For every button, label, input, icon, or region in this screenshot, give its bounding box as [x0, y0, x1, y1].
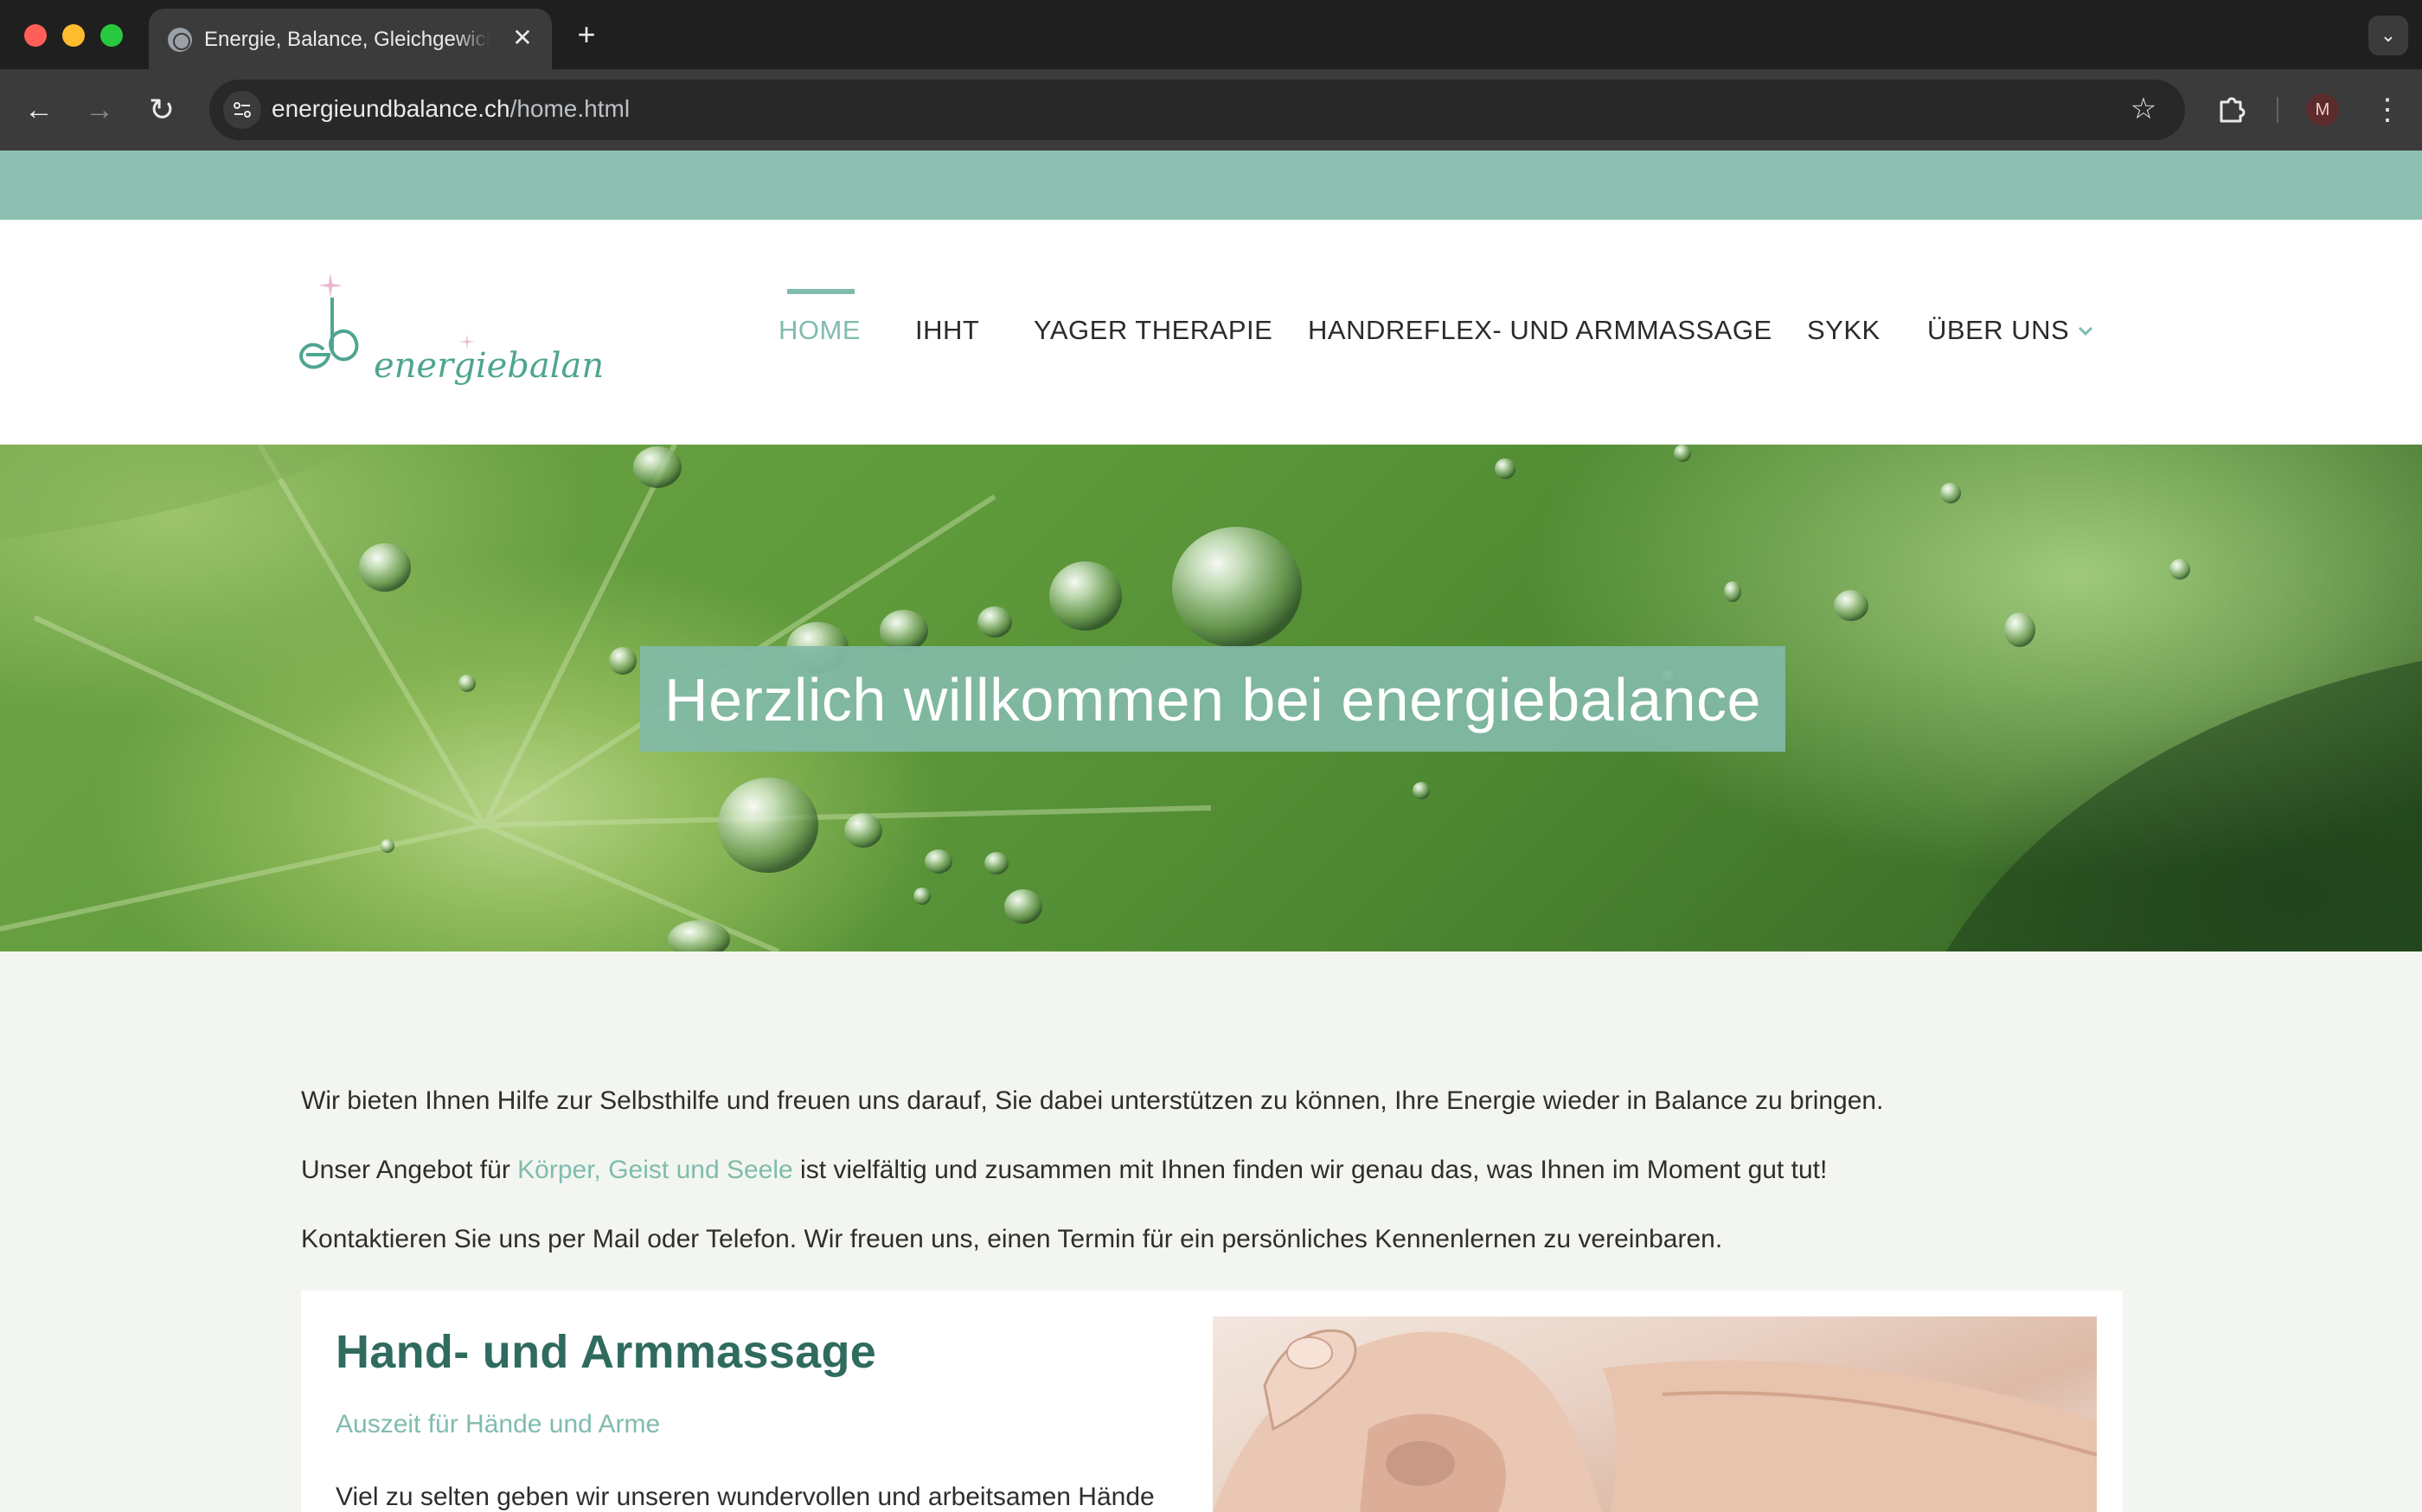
chevron-down-icon[interactable] — [2074, 320, 2097, 343]
nav-ueber-uns[interactable]: ÜBER UNS — [1927, 315, 2069, 349]
hero-title: Herzlich willkommen bei energiebalance — [664, 666, 1761, 734]
main-nav: HOME IHHT YAGER THERAPIE HANDREFLEX- UND… — [0, 220, 2422, 445]
url-text: energieundbalance.ch/home.html — [272, 95, 630, 125]
tab-close-icon[interactable]: ✕ — [509, 24, 536, 52]
intro-paragraph-2: Unser Angebot für Körper, Geist und Seel… — [301, 1156, 1827, 1185]
main-content: Wir bieten Ihnen Hilfe zur Selbsthilfe u… — [0, 951, 2422, 1512]
bookmark-star-icon[interactable]: ☆ — [2126, 92, 2161, 126]
back-button[interactable]: ← — [17, 88, 61, 131]
browser-window: Energie, Balance, Gleichgewicht ✕ + ⌄ ← … — [0, 0, 2422, 1512]
intro-p2-text-after: ist vielfältig und zusammen mit Ihnen fi… — [792, 1156, 1828, 1184]
active-tab[interactable]: Energie, Balance, Gleichgewicht ✕ — [149, 9, 552, 69]
top-accent-strip — [0, 151, 2422, 220]
maximize-window-button[interactable] — [100, 24, 123, 47]
tab-bar: Energie, Balance, Gleichgewicht ✕ + ⌄ — [0, 0, 2422, 69]
profile-avatar[interactable]: M — [2306, 93, 2339, 126]
nav-ihht[interactable]: IHHT — [915, 315, 979, 349]
hero-title-box: Herzlich willkommen bei energiebalance — [640, 646, 1785, 752]
intro-paragraph-1: Wir bieten Ihnen Hilfe zur Selbsthilfe u… — [301, 1086, 1884, 1115]
nav-active-indicator — [787, 289, 855, 294]
reload-button[interactable]: ↻ — [140, 88, 183, 131]
nav-sykk[interactable]: SYKK — [1807, 315, 1881, 349]
url-path: /home.html — [509, 95, 631, 122]
hand-massage-image — [1213, 1317, 2097, 1512]
site-settings-icon[interactable] — [223, 91, 261, 129]
nav-home[interactable]: HOME — [778, 315, 861, 349]
nav-yager-therapie[interactable]: YAGER THERAPIE — [1034, 315, 1272, 349]
hand-armmassage-card: Hand- und Armmassage Auszeit für Hände u… — [301, 1291, 2123, 1512]
card-subtitle: Auszeit für Hände und Arme — [336, 1410, 661, 1438]
address-bar[interactable]: energieundbalance.ch/home.html ☆ — [209, 80, 2185, 140]
close-window-button[interactable] — [24, 24, 47, 47]
site-header: energiebalance HOME IHHT YAGER THERAPIE … — [0, 220, 2422, 445]
koerper-geist-seele-link[interactable]: Körper, Geist und Seele — [517, 1156, 793, 1184]
card-title: Hand- und Armmassage — [336, 1326, 877, 1378]
nav-handreflex-armmassage[interactable]: HANDREFLEX- UND ARMMASSAGE — [1308, 315, 1772, 349]
intro-p2-text-before: Unser Angebot für — [301, 1156, 518, 1184]
toolbar-divider — [2277, 97, 2278, 123]
minimize-window-button[interactable] — [62, 24, 85, 47]
tab-title: Energie, Balance, Gleichgewicht — [204, 28, 490, 54]
intro-paragraph-3: Kontaktieren Sie uns per Mail oder Telef… — [301, 1225, 1723, 1253]
extensions-puzzle-icon[interactable] — [2211, 90, 2251, 130]
forward-button[interactable]: → — [78, 88, 121, 131]
card-text: Viel zu selten geben wir unseren wunderv… — [336, 1483, 1155, 1511]
new-tab-button[interactable]: + — [569, 17, 604, 52]
more-menu-icon[interactable]: ⋮ — [2370, 88, 2405, 131]
url-domain: energieundbalance.ch — [272, 95, 510, 122]
globe-icon — [168, 28, 192, 52]
browser-toolbar: ← → ↻ energieundbalance.ch/home.html ☆ M… — [0, 69, 2422, 151]
hero-banner: Herzlich willkommen bei energiebalance — [0, 445, 2422, 951]
tab-search-button[interactable]: ⌄ — [2368, 16, 2408, 55]
